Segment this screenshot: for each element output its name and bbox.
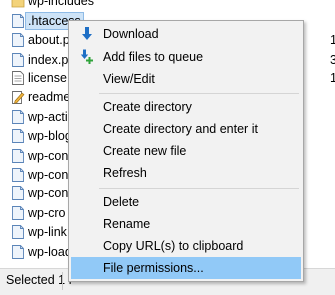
file-name: wp-con xyxy=(28,149,69,163)
file-name: wp-con xyxy=(28,168,69,182)
add-to-queue-icon xyxy=(80,49,93,64)
menu-item-download[interactable]: Download xyxy=(71,23,301,45)
menu-separator xyxy=(99,93,299,94)
file-icon xyxy=(12,245,24,259)
context-menu: Download Add files to queue View/Edit Cr… xyxy=(68,20,304,282)
file-name: wp-con xyxy=(28,186,69,200)
menu-item-view-edit[interactable]: View/Edit xyxy=(71,68,301,90)
file-icon xyxy=(12,225,24,239)
folder-icon xyxy=(11,0,25,8)
status-divider xyxy=(62,272,63,290)
menu-item-label: Download xyxy=(103,27,159,41)
menu-item-label: Create new file xyxy=(103,144,187,158)
edit-file-icon xyxy=(12,91,25,104)
text-file-icon xyxy=(12,71,24,85)
menu-item-label: Create directory xyxy=(103,100,192,114)
menu-item-label: Delete xyxy=(103,195,140,209)
file-icon xyxy=(12,129,24,143)
menu-item-label: View/Edit xyxy=(103,72,155,86)
file-name: index.p xyxy=(28,53,69,67)
file-name: wp-acti xyxy=(28,110,68,124)
file-name: about.p xyxy=(28,33,70,47)
file-name: wp-includes xyxy=(28,0,95,8)
file-icon xyxy=(12,168,24,182)
menu-item-file-permissions[interactable]: File permissions... xyxy=(71,257,301,279)
file-name: wp-blog xyxy=(28,129,72,143)
file-icon xyxy=(12,206,24,220)
file-name: wp-cro xyxy=(28,206,66,220)
file-icon xyxy=(12,149,24,163)
file-name: wp-load xyxy=(28,245,72,259)
menu-item-label: Add files to queue xyxy=(103,50,204,64)
menu-item-refresh[interactable]: Refresh xyxy=(71,162,301,184)
menu-item-create-new-file[interactable]: Create new file xyxy=(71,140,301,162)
menu-item-label: Copy URL(s) to clipboard xyxy=(103,239,244,253)
menu-item-label: Create directory and enter it xyxy=(103,122,258,136)
menu-separator xyxy=(99,188,299,189)
menu-item-delete[interactable]: Delete xyxy=(71,191,301,213)
file-size: 3 xyxy=(330,53,335,67)
file-icon xyxy=(12,186,24,200)
menu-item-add-to-queue[interactable]: Add files to queue xyxy=(71,46,301,68)
menu-item-label: File permissions... xyxy=(103,261,204,275)
menu-item-rename[interactable]: Rename xyxy=(71,213,301,235)
menu-item-copy-urls[interactable]: Copy URL(s) to clipboard xyxy=(71,235,301,257)
file-name: license. xyxy=(28,71,71,85)
menu-item-label: Refresh xyxy=(103,166,147,180)
file-name: wp-link xyxy=(28,225,67,239)
file-icon xyxy=(12,14,24,28)
menu-item-create-directory-enter[interactable]: Create directory and enter it xyxy=(71,118,301,140)
menu-item-create-directory[interactable]: Create directory xyxy=(71,96,301,118)
file-icon xyxy=(12,110,24,124)
file-size: 1 xyxy=(330,71,335,85)
menu-item-label: Rename xyxy=(103,217,151,231)
file-icon xyxy=(12,33,24,47)
file-name: readme xyxy=(28,90,71,104)
file-size: 1 xyxy=(330,33,335,47)
download-arrow-icon xyxy=(82,27,92,40)
file-icon xyxy=(12,53,24,67)
